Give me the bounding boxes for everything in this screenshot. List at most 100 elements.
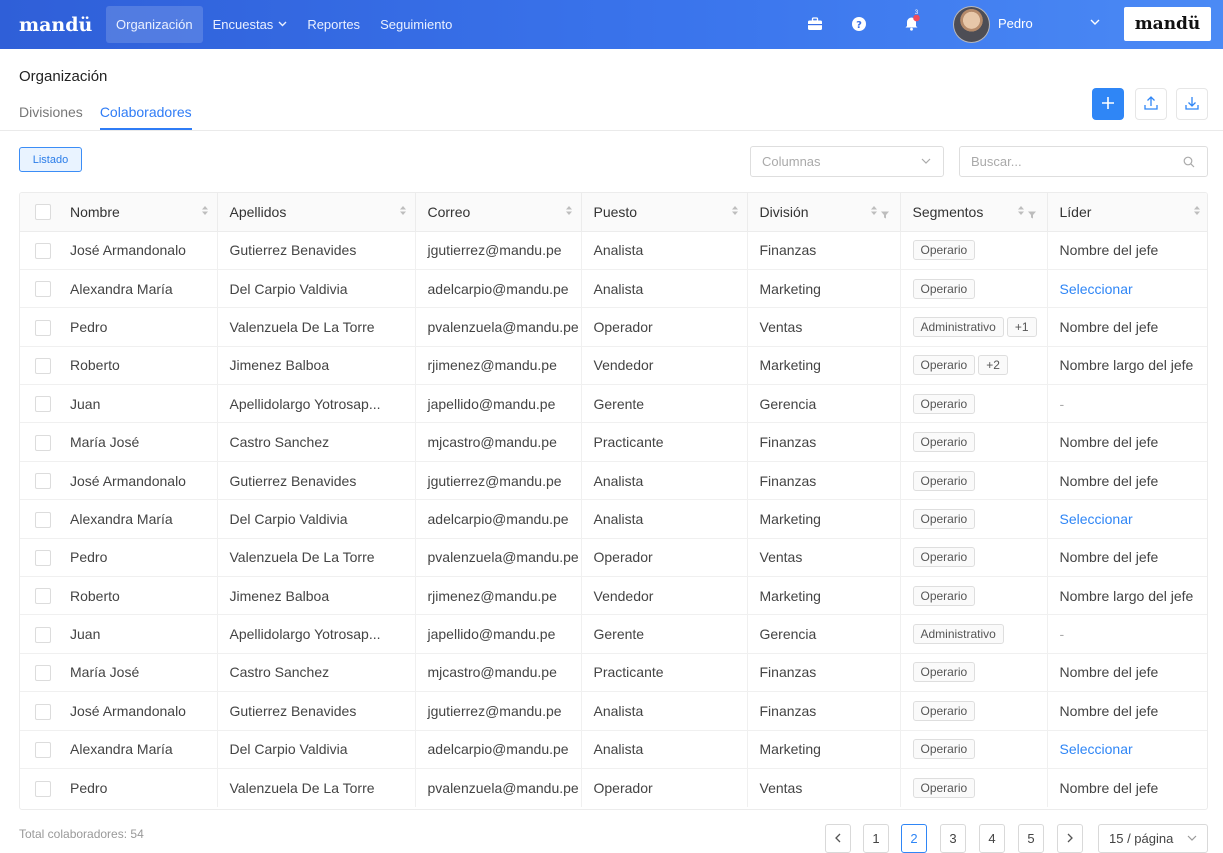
filter-icon[interactable] <box>1027 206 1036 222</box>
column-header-puesto[interactable]: Puesto <box>581 193 748 232</box>
briefcase-icon[interactable] <box>805 14 825 34</box>
cell-correo-text: jgutierrez@mandu.pe <box>427 702 562 719</box>
column-header-division[interactable]: División <box>747 193 901 232</box>
column-header-lider[interactable]: Líder <box>1047 193 1207 232</box>
table-row[interactable]: Juan Apellidolargo Yotrosap... japellido@m… <box>20 384 1207 424</box>
cell-division: Finanzas <box>747 653 901 693</box>
column-header-segmentos[interactable]: Segmentos <box>900 193 1048 232</box>
row-checkbox[interactable] <box>35 358 51 375</box>
sort-icon[interactable] <box>870 206 877 215</box>
cell-puesto-text: Analista <box>593 242 644 259</box>
tab-colaboradores[interactable]: Colaboradores <box>99 96 192 130</box>
table-row[interactable]: María José Castro Sanchez mjcastro@mandu.p… <box>20 653 1207 693</box>
row-checkbox[interactable] <box>35 549 51 566</box>
row-checkbox[interactable] <box>35 780 51 797</box>
cell-correo: pvalenzuela@mandu.pe <box>415 538 582 578</box>
avatar[interactable] <box>953 6 990 43</box>
cell-segmentos: Operario <box>900 384 1048 424</box>
table-row[interactable]: María José Castro Sanchez mjcastro@mandu.p… <box>20 422 1207 462</box>
row-checkbox[interactable] <box>35 703 51 720</box>
more-tags-badge[interactable]: +1 <box>1006 316 1037 337</box>
table-row[interactable]: Pedro Valenzuela De La Torre pvalenzuela@m… <box>20 538 1207 578</box>
next-page-button[interactable] <box>1057 824 1083 853</box>
select-leader-link[interactable]: Seleccionar <box>1060 511 1133 527</box>
table-row[interactable]: Juan Apellidolargo Yotrosap... japellido@m… <box>20 614 1207 654</box>
page-button-3[interactable]: 3 <box>940 824 966 853</box>
sort-icon[interactable] <box>565 206 572 215</box>
column-header-nombre[interactable]: Nombre <box>58 193 218 232</box>
cell-puesto-text: Gerente <box>593 395 645 412</box>
filter-icon[interactable] <box>880 206 889 222</box>
cell-nombre-text: Alexandra María <box>70 280 173 297</box>
cell-nombre: María José <box>58 653 218 693</box>
row-checkbox[interactable] <box>35 434 51 451</box>
sort-icon[interactable] <box>201 206 208 215</box>
cell-puesto-text: Vendedor <box>593 357 654 374</box>
select-leader-link[interactable]: Seleccionar <box>1060 281 1133 297</box>
cell-lider: Nombre del jefe <box>1047 691 1207 731</box>
sort-icon[interactable] <box>1194 206 1200 215</box>
row-checkbox[interactable] <box>35 396 51 413</box>
table-row[interactable]: Roberto Jimenez Balboa rjimenez@mandu.pe Ve… <box>20 576 1207 616</box>
cell-division-text: Marketing <box>759 510 821 527</box>
column-header-correo[interactable]: Correo <box>415 193 582 232</box>
row-checkbox[interactable] <box>35 626 51 643</box>
upload-button[interactable] <box>1135 88 1167 120</box>
columns-select[interactable]: Columnas <box>750 146 944 177</box>
table-row[interactable]: José Armandonalo Gutierrez Benavides jguti… <box>20 691 1207 731</box>
cell-apellidos-text: Valenzuela De La Torre <box>229 549 375 566</box>
page-button-2[interactable]: 2 <box>901 824 927 853</box>
add-button[interactable] <box>1092 88 1124 120</box>
more-tags-badge[interactable]: +2 <box>978 355 1008 376</box>
row-checkbox[interactable] <box>35 281 51 298</box>
row-checkbox[interactable] <box>35 473 51 490</box>
row-checkbox[interactable] <box>35 511 51 528</box>
row-checkbox[interactable] <box>35 665 51 682</box>
app-logo[interactable]: mandü <box>19 14 92 36</box>
page-button-5[interactable]: 5 <box>1018 824 1044 853</box>
chevron-down-icon <box>278 19 287 30</box>
table-row[interactable]: Alexandra María Del Carpio Valdivia adelca… <box>20 730 1207 769</box>
cell-correo: rjimenez@mandu.pe <box>415 346 582 386</box>
help-icon[interactable]: ? <box>849 14 869 34</box>
cell-lider: Nombre del jefe <box>1047 422 1207 462</box>
segment-tag: Operario <box>912 700 976 721</box>
sort-icon[interactable] <box>399 206 406 215</box>
chevron-down-icon[interactable] <box>1090 16 1100 28</box>
prev-page-button[interactable] <box>825 824 851 853</box>
tab-divisiones[interactable]: Divisiones <box>19 96 83 130</box>
row-checkbox[interactable] <box>35 242 51 259</box>
columns-select-label: Columnas <box>762 154 821 169</box>
table-row[interactable]: José Armandonalo Gutierrez Benavides jguti… <box>20 231 1207 270</box>
row-checkbox[interactable] <box>35 741 51 758</box>
table-row[interactable]: José Armandonalo Gutierrez Benavides jguti… <box>20 461 1207 501</box>
column-header-apellidos[interactable]: Apellidos <box>217 193 416 232</box>
row-checkbox[interactable] <box>35 588 51 605</box>
nav-item-organizacion[interactable]: Organización <box>106 6 203 43</box>
page-button-1[interactable]: 1 <box>863 824 889 853</box>
cell-puesto: Operador <box>581 768 748 807</box>
page-size-select[interactable]: 15 / página <box>1098 824 1208 853</box>
sort-icon[interactable] <box>1017 206 1024 215</box>
table-row[interactable]: Pedro Valenzuela De La Torre pvalenzuela@m… <box>20 307 1207 347</box>
table-row[interactable]: Roberto Jimenez Balboa rjimenez@mandu.pe Ve… <box>20 346 1207 386</box>
select-leader-link[interactable]: Seleccionar <box>1060 741 1133 757</box>
table-row[interactable]: Pedro Valenzuela De La Torre pvalenzuela@m… <box>20 768 1207 807</box>
row-checkbox[interactable] <box>35 319 51 336</box>
download-button[interactable] <box>1176 88 1208 120</box>
table-row[interactable]: Alexandra María Del Carpio Valdivia adelca… <box>20 269 1207 309</box>
select-all-checkbox[interactable] <box>35 204 51 221</box>
user-name[interactable]: Pedro <box>998 16 1033 31</box>
listado-button[interactable]: Listado <box>19 147 82 172</box>
table-row[interactable]: Alexandra María Del Carpio Valdivia adelca… <box>20 499 1207 539</box>
search-input[interactable] <box>971 154 1171 169</box>
sort-icon[interactable] <box>731 206 738 215</box>
nav-item-seguimiento[interactable]: Seguimiento <box>370 6 462 43</box>
cell-correo-text: japellido@mandu.pe <box>427 626 556 643</box>
page-button-4[interactable]: 4 <box>979 824 1005 853</box>
bell-icon[interactable] <box>902 13 922 33</box>
nav-item-reportes[interactable]: Reportes <box>297 6 370 43</box>
page-title: Organización <box>19 68 108 85</box>
nav-item-encuestas[interactable]: Encuestas <box>203 6 298 43</box>
search-icon[interactable] <box>1183 155 1195 171</box>
